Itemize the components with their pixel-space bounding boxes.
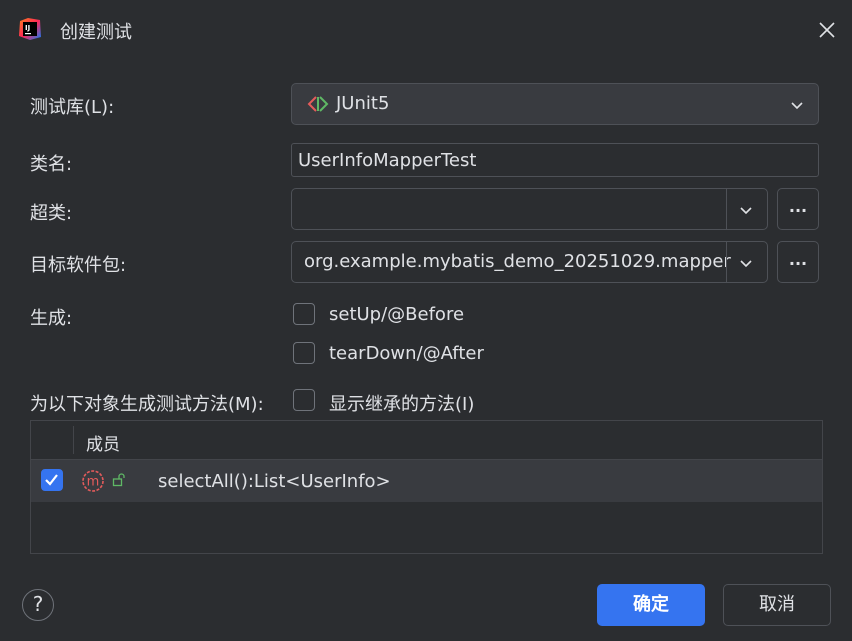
members-table: 成员 m selectAll():List<UserInfo>	[30, 420, 823, 554]
setup-checkbox[interactable]	[293, 303, 315, 325]
column-header-members: 成员	[86, 435, 120, 455]
library-label: 测试库(L):	[30, 97, 115, 118]
classname-field[interactable]	[291, 143, 819, 177]
teardown-label: tearDown/@After	[329, 343, 484, 364]
member-signature: selectAll():List<UserInfo>	[158, 471, 391, 492]
close-icon[interactable]	[816, 19, 838, 41]
show-inherited-checkbox[interactable]	[293, 389, 315, 411]
table-header: 成员	[31, 421, 822, 460]
classname-input[interactable]	[292, 144, 818, 176]
show-inherited-label: 显示继承的方法(I)	[329, 394, 475, 415]
library-dropdown[interactable]: JUnit5	[291, 83, 819, 125]
library-value: JUnit5	[336, 93, 390, 114]
package-browse-button[interactable]: ...	[777, 241, 819, 283]
package-value: org.example.mybatis_demo_20251029.mapper	[304, 251, 731, 272]
ok-button[interactable]: 确定	[597, 584, 705, 626]
svg-text:m: m	[87, 475, 100, 490]
title-bar: IJ 创建测试	[0, 0, 852, 60]
classname-label: 类名:	[30, 154, 73, 175]
combo-divider	[726, 189, 727, 229]
chevron-down-icon	[791, 102, 803, 110]
junit-icon	[307, 96, 329, 112]
cancel-button[interactable]: 取消	[723, 584, 831, 626]
superclass-combo[interactable]	[291, 188, 768, 230]
superclass-label: 超类:	[30, 203, 73, 224]
superclass-browse-button[interactable]: ...	[777, 188, 819, 230]
intellij-app-icon: IJ	[19, 18, 41, 40]
member-checkbox[interactable]	[41, 469, 63, 491]
package-combo[interactable]: org.example.mybatis_demo_20251029.mapper	[291, 241, 768, 283]
teardown-checkbox[interactable]	[293, 342, 315, 364]
dialog-title: 创建测试	[60, 22, 132, 43]
combo-divider	[726, 242, 727, 282]
chevron-down-icon[interactable]	[739, 203, 753, 217]
check-icon	[45, 474, 58, 486]
public-lock-icon	[112, 473, 125, 487]
chevron-down-icon[interactable]	[739, 256, 753, 270]
setup-label: setUp/@Before	[329, 304, 465, 325]
method-icon: m	[82, 470, 104, 492]
help-button[interactable]: ?	[22, 589, 54, 621]
create-test-dialog: IJ 创建测试 测试库(L): JUnit5 类名: 超类: ...	[0, 0, 852, 641]
header-divider	[73, 426, 74, 454]
generate-label: 生成:	[30, 308, 73, 329]
members-label: 为以下对象生成测试方法(M):	[30, 394, 264, 415]
package-label: 目标软件包:	[30, 255, 127, 276]
table-row[interactable]: m selectAll():List<UserInfo>	[31, 460, 822, 502]
svg-text:IJ: IJ	[25, 24, 30, 32]
